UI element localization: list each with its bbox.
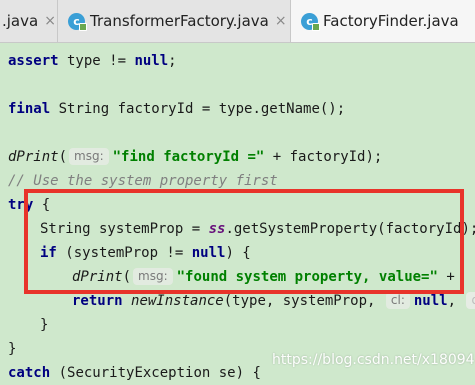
highlight-annotation-box bbox=[24, 189, 464, 294]
param-hint: do bbox=[466, 292, 475, 309]
code-line-catch: catch (SecurityException se) { bbox=[8, 365, 261, 381]
code-line-close-try: } bbox=[8, 341, 17, 357]
code-line-5: dPrint(msg: "find factoryId =" + factoryI… bbox=[8, 148, 383, 165]
tab-label: FactoryFinder.java bbox=[323, 12, 459, 30]
tab-transformer-factory[interactable]: c TransformerFactory.java × bbox=[58, 0, 291, 42]
tab-java-file[interactable]: .java × bbox=[0, 0, 58, 42]
code-line-3: final String factoryId = type.getName(); bbox=[8, 101, 346, 117]
tab-label: TransformerFactory.java bbox=[90, 12, 269, 30]
class-icon: c bbox=[301, 12, 320, 31]
class-icon: c bbox=[68, 12, 87, 31]
watermark-text: https://blog.csdn.net/x18094 bbox=[272, 352, 475, 368]
param-hint: cl: bbox=[385, 292, 410, 309]
tab-label: .java bbox=[2, 12, 39, 30]
close-icon[interactable]: × bbox=[44, 13, 56, 29]
code-line-1: assert type != null; bbox=[8, 53, 177, 69]
close-icon[interactable]: × bbox=[275, 13, 287, 29]
editor-tab-bar: .java × c TransformerFactory.java × c Fa… bbox=[0, 0, 475, 43]
code-line-close-if: } bbox=[40, 317, 49, 333]
tab-factory-finder[interactable]: c FactoryFinder.java bbox=[291, 0, 475, 42]
param-hint: msg: bbox=[69, 148, 109, 165]
